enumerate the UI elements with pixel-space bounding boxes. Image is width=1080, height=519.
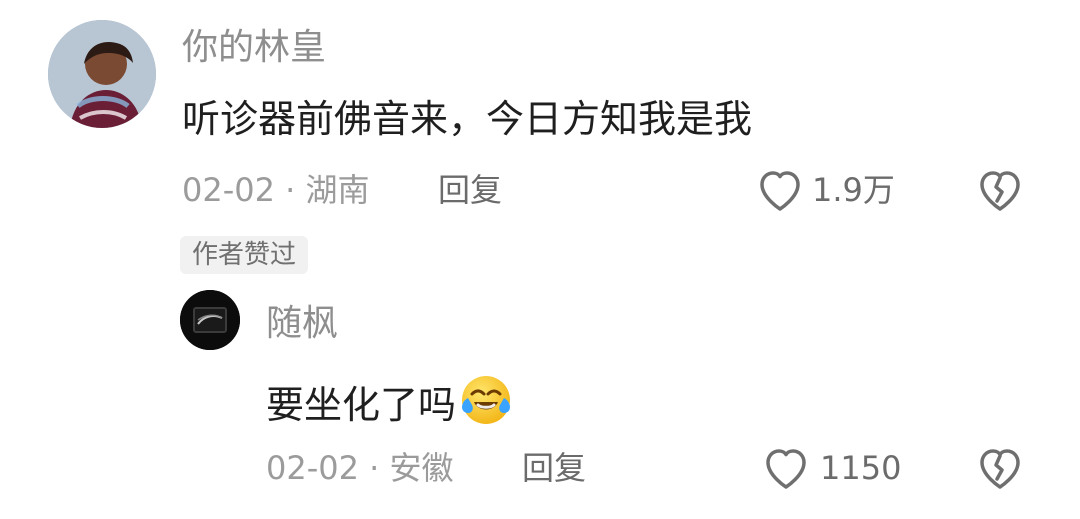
broken-heart-icon[interactable] xyxy=(976,446,1024,490)
author-liked-badge: 作者赞过 xyxy=(180,236,309,274)
comment-2-avatar[interactable] xyxy=(180,290,240,350)
comment-1-reply-button[interactable]: 回复 xyxy=(438,174,502,206)
comment-2-text-row: 要坐化了吗 xyxy=(266,372,514,428)
comment-1-date-location: 02-02 · 湖南 xyxy=(182,171,370,209)
comment-2-username[interactable]: 随枫 xyxy=(266,306,338,342)
comment-2-like-count: 1150 xyxy=(820,449,902,487)
broken-heart-icon[interactable] xyxy=(976,168,1024,212)
comment-2-date-location: 02-02 · 安徽 xyxy=(266,449,454,487)
heart-outline-icon[interactable] xyxy=(756,168,804,212)
comment-1-avatar[interactable] xyxy=(48,20,156,128)
comment-2-reply-button[interactable]: 回复 xyxy=(522,452,586,484)
comment-2-text: 要坐化了吗 xyxy=(266,383,457,427)
comment-1-text: 听诊器前佛音来，今日方知我是我 xyxy=(182,97,753,141)
comment-1-username[interactable]: 你的林皇 xyxy=(182,30,326,66)
heart-outline-icon[interactable] xyxy=(762,446,810,490)
laughing-crying-emoji-icon xyxy=(458,372,514,428)
comment-1-like-count: 1.9万 xyxy=(812,171,895,209)
